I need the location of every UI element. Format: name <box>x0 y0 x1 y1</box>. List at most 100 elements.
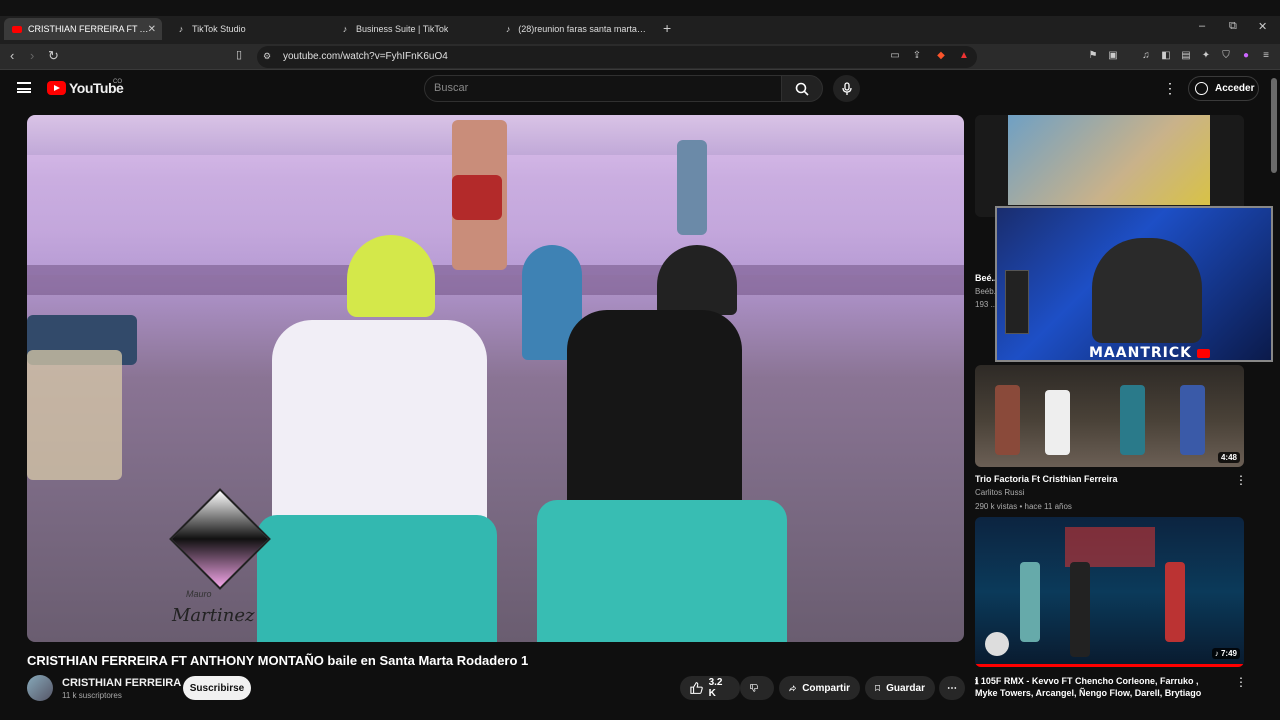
more-vertical-icon[interactable]: ⋮ <box>1235 473 1247 487</box>
tabstrip-top <box>0 0 1280 16</box>
watermark-diamond <box>169 488 271 590</box>
tab-label: Business Suite | TikTok <box>356 24 449 34</box>
tab-tiktok-studio[interactable]: ♪ TikTok Studio <box>168 18 328 40</box>
video-figure <box>1120 385 1145 455</box>
sign-in-button[interactable]: Acceder <box>1188 76 1259 101</box>
subscriber-count: 11 k suscriptores <box>62 691 122 700</box>
video-figure <box>1020 562 1040 642</box>
tab-youtube[interactable]: CRISTHIAN FERREIRA FT ANTHO... ✕ <box>4 18 162 40</box>
thumbs-down-icon <box>750 684 758 692</box>
recommended-channel[interactable]: Carlitos Russi <box>975 488 1024 497</box>
maximize-button[interactable]: ⧉ <box>1229 20 1237 33</box>
tab-label: (28)reunion faras santa marta 🥵 #sa... <box>518 23 648 34</box>
channel-avatar[interactable] <box>27 675 53 701</box>
hamburger-menu-icon[interactable] <box>17 82 31 93</box>
bookmark-icon[interactable]: ▯ <box>236 48 242 61</box>
like-button[interactable]: 3.2 K <box>680 676 740 700</box>
video-figure <box>995 385 1020 455</box>
share-label: Compartir <box>802 682 850 694</box>
close-icon[interactable]: ✕ <box>148 24 156 35</box>
browser-tabbar: CRISTHIAN FERREIRA FT ANTHO... ✕ ♪ TikTo… <box>0 0 1280 44</box>
share-icon[interactable]: ⇪ <box>911 50 923 62</box>
profile-icon[interactable]: ● <box>1240 50 1252 62</box>
music-icon[interactable]: ♫ <box>1140 50 1152 62</box>
settings-more-icon[interactable]: ⋮ <box>1163 80 1177 97</box>
save-button[interactable]: Guardar <box>865 676 935 700</box>
video-figure <box>537 500 787 642</box>
beach-chair <box>27 350 122 480</box>
streamer-webcam-overlay: MAANTRICK <box>995 206 1273 362</box>
reload-icon[interactable]: ↻ <box>48 48 59 64</box>
more-actions-button[interactable]: ⋯ <box>939 676 965 700</box>
search-icon <box>795 82 809 96</box>
thumbnail-image <box>1008 115 1210 205</box>
watermark-name: Martinez <box>172 605 255 626</box>
screenshot-icon[interactable]: ▣ <box>1107 50 1119 62</box>
close-window-button[interactable]: ✕ <box>1258 20 1267 33</box>
cast-icon[interactable]: ▭ <box>889 50 901 62</box>
recommended-title[interactable]: Trio Factoria Ft Cristhian Ferreira <box>975 473 1220 485</box>
new-tab-button[interactable]: + <box>663 20 671 36</box>
video-figure <box>1045 390 1070 455</box>
recommended-title[interactable]: ℹ 105F RMX - Kevvo FT Chencho Corleone, … <box>975 675 1220 699</box>
tab-tiktok-video[interactable]: ♪ (28)reunion faras santa marta 🥵 #sa... <box>496 18 656 40</box>
menu-icon[interactable]: ≡ <box>1260 50 1272 62</box>
youtube-play-icon <box>47 81 66 95</box>
duration-badge: ♪ 7:49 <box>1211 648 1240 659</box>
recommended-thumbnail[interactable]: 4:48 <box>975 365 1244 467</box>
leo-ai-icon[interactable]: ✦ <box>1200 50 1212 62</box>
save-label: Guardar <box>886 682 925 694</box>
video-figure <box>1070 562 1090 657</box>
more-horizontal-icon: ⋯ <box>947 682 957 694</box>
overlay-brand: MAANTRICK <box>1089 345 1192 361</box>
extensions-icon[interactable]: ⚑ <box>1087 50 1099 62</box>
browser-navbar: ‹ › ↻ ▯ ⚙ youtube.com/watch?v=FyhIFnK6uO… <box>0 44 1280 70</box>
video-figure <box>272 320 487 530</box>
video-figure <box>452 175 502 220</box>
sidebar-icon[interactable]: ◧ <box>1160 50 1172 62</box>
brave-shield-icon[interactable]: ◆ <box>935 50 947 62</box>
voice-search-button[interactable] <box>833 75 860 102</box>
page-scrollbar[interactable] <box>1271 78 1277 173</box>
subscribe-button[interactable]: Suscribirse <box>183 676 251 700</box>
music-note-icon: ♪ <box>1214 649 1219 658</box>
video-figure <box>257 515 497 642</box>
back-icon[interactable]: ‹ <box>10 48 14 63</box>
search-input[interactable]: Buscar <box>424 75 782 102</box>
forward-icon[interactable]: › <box>30 48 34 63</box>
microphone-icon <box>841 81 852 95</box>
youtube-logo[interactable]: YouTube CO <box>47 79 124 96</box>
url-text[interactable]: youtube.com/watch?v=FyhIFnK6uO4 <box>283 51 448 62</box>
video-cap <box>347 235 435 317</box>
duration-badge: 4:48 <box>1217 452 1240 463</box>
share-button[interactable]: Compartir <box>779 676 860 700</box>
tab-business-suite[interactable]: ♪ Business Suite | TikTok <box>332 18 492 40</box>
video-player[interactable]: Mauro Martinez <box>27 115 964 642</box>
vpn-icon[interactable]: ⛉ <box>1220 50 1232 62</box>
pc-case <box>1005 270 1029 334</box>
dislike-button[interactable] <box>740 676 774 700</box>
video-cap <box>657 245 737 315</box>
tab-label: TikTok Studio <box>192 24 246 34</box>
bookmark-save-icon <box>875 685 880 692</box>
site-settings-icon[interactable]: ⚙ <box>263 51 271 62</box>
recommended-thumbnail[interactable]: ♪ 7:49 <box>975 517 1244 667</box>
stage-lights <box>1065 527 1155 567</box>
recommended-thumbnail[interactable] <box>975 115 1244 217</box>
channel-name[interactable]: CRISTHIAN FERREIRA <box>62 677 181 689</box>
youtube-favicon-icon <box>12 24 22 34</box>
search-button[interactable] <box>781 75 823 102</box>
country-code: CO <box>113 79 122 85</box>
video-figure <box>567 310 742 515</box>
sign-in-label: Acceder <box>1215 83 1255 94</box>
tab-label: CRISTHIAN FERREIRA FT ANTHO... <box>28 24 154 34</box>
brave-rewards-icon[interactable]: ▲ <box>958 50 970 62</box>
watermark-sub: Mauro <box>186 589 212 599</box>
thumbs-up-icon <box>690 682 703 694</box>
recommended-meta: 290 k vistas • hace 11 años <box>975 502 1072 511</box>
minimize-button[interactable]: – <box>1199 20 1205 32</box>
video-figure <box>1165 562 1185 642</box>
more-vertical-icon[interactable]: ⋮ <box>1235 675 1247 689</box>
share-arrow-icon <box>789 684 797 691</box>
wallet-icon[interactable]: ▤ <box>1180 50 1192 62</box>
